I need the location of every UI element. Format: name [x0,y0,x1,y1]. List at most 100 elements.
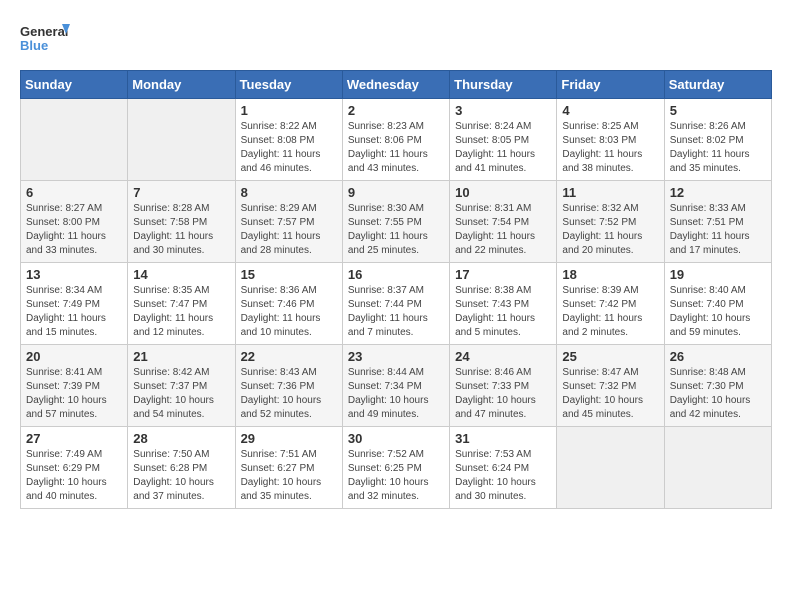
day-info: Sunrise: 8:30 AM Sunset: 7:55 PM Dayligh… [348,202,444,258]
day-info: Sunrise: 8:47 AM Sunset: 7:32 PM Dayligh… [562,366,658,422]
calendar-week-row: 27 Sunrise: 7:49 AM Sunset: 6:29 PM Dayli… [21,427,772,509]
calendar-cell: 28 Sunrise: 7:50 AM Sunset: 6:28 PM Dayli… [128,427,235,509]
calendar-body: 1 Sunrise: 8:22 AM Sunset: 8:08 PM Daylig… [21,99,772,509]
calendar-cell: 23Sunrise: 8:44 AM Sunset: 7:34 PM Dayli… [342,345,449,427]
svg-text:General: General [20,24,68,39]
calendar-table: SundayMondayTuesdayWednesdayThursdayFrid… [20,70,772,509]
calendar-cell: 30 Sunrise: 7:52 AM Sunset: 6:25 PM Dayli… [342,427,449,509]
page-header: General Blue [20,20,772,60]
calendar-cell: 27 Sunrise: 7:49 AM Sunset: 6:29 PM Dayli… [21,427,128,509]
day-number: 4 [562,103,658,118]
day-info: Sunrise: 8:32 AM Sunset: 7:52 PM Dayligh… [562,202,658,258]
day-number: 15 [241,267,337,282]
logo: General Blue [20,20,70,60]
calendar-cell [128,99,235,181]
day-info: Sunrise: 7:52 AM Sunset: 6:25 PM Dayligh… [348,448,444,504]
calendar-cell: 8Sunrise: 8:29 AM Sunset: 7:57 PM Daylig… [235,181,342,263]
day-info: Sunrise: 8:42 AM Sunset: 7:37 PM Dayligh… [133,366,229,422]
day-number: 7 [133,185,229,200]
day-number: 9 [348,185,444,200]
day-info: Sunrise: 8:41 AM Sunset: 7:39 PM Dayligh… [26,366,122,422]
calendar-cell: 25Sunrise: 8:47 AM Sunset: 7:32 PM Dayli… [557,345,664,427]
header-day-friday: Friday [557,71,664,99]
calendar-cell: 6 Sunrise: 8:27 AM Sunset: 8:00 PM Daylig… [21,181,128,263]
header-day-wednesday: Wednesday [342,71,449,99]
day-info: Sunrise: 8:29 AM Sunset: 7:57 PM Dayligh… [241,202,337,258]
day-number: 3 [455,103,551,118]
calendar-cell: 2Sunrise: 8:23 AM Sunset: 8:06 PM Daylig… [342,99,449,181]
calendar-cell: 26 Sunrise: 8:48 AM Sunset: 7:30 PM Dayli… [664,345,771,427]
calendar-week-row: 6 Sunrise: 8:27 AM Sunset: 8:00 PM Daylig… [21,181,772,263]
calendar-cell: 22 Sunrise: 8:43 AM Sunset: 7:36 PM Dayli… [235,345,342,427]
calendar-cell: 12 Sunrise: 8:33 AM Sunset: 7:51 PM Dayli… [664,181,771,263]
day-number: 1 [241,103,337,118]
day-info: Sunrise: 8:34 AM Sunset: 7:49 PM Dayligh… [26,284,122,340]
day-info: Sunrise: 8:31 AM Sunset: 7:54 PM Dayligh… [455,202,551,258]
calendar-cell [557,427,664,509]
day-number: 5 [670,103,766,118]
calendar-cell [664,427,771,509]
day-info: Sunrise: 8:33 AM Sunset: 7:51 PM Dayligh… [670,202,766,258]
calendar-cell: 3 Sunrise: 8:24 AM Sunset: 8:05 PM Daylig… [450,99,557,181]
day-info: Sunrise: 7:51 AM Sunset: 6:27 PM Dayligh… [241,448,337,504]
day-info: Sunrise: 7:49 AM Sunset: 6:29 PM Dayligh… [26,448,122,504]
calendar-cell: 4 Sunrise: 8:25 AM Sunset: 8:03 PM Daylig… [557,99,664,181]
day-number: 12 [670,185,766,200]
calendar-cell: 10 Sunrise: 8:31 AM Sunset: 7:54 PM Dayli… [450,181,557,263]
calendar-cell [21,99,128,181]
day-number: 31 [455,431,551,446]
calendar-cell: 1 Sunrise: 8:22 AM Sunset: 8:08 PM Daylig… [235,99,342,181]
calendar-week-row: 20Sunrise: 8:41 AM Sunset: 7:39 PM Dayli… [21,345,772,427]
calendar-cell: 31 Sunrise: 7:53 AM Sunset: 6:24 PM Dayli… [450,427,557,509]
day-info: Sunrise: 8:27 AM Sunset: 8:00 PM Dayligh… [26,202,122,258]
calendar-header-row: SundayMondayTuesdayWednesdayThursdayFrid… [21,71,772,99]
calendar-cell: 19Sunrise: 8:40 AM Sunset: 7:40 PM Dayli… [664,263,771,345]
day-info: Sunrise: 7:50 AM Sunset: 6:28 PM Dayligh… [133,448,229,504]
day-info: Sunrise: 8:39 AM Sunset: 7:42 PM Dayligh… [562,284,658,340]
svg-text:Blue: Blue [20,38,48,53]
day-info: Sunrise: 8:37 AM Sunset: 7:44 PM Dayligh… [348,284,444,340]
calendar-cell: 16 Sunrise: 8:37 AM Sunset: 7:44 PM Dayli… [342,263,449,345]
calendar-cell: 14Sunrise: 8:35 AM Sunset: 7:47 PM Dayli… [128,263,235,345]
day-number: 13 [26,267,122,282]
day-number: 19 [670,267,766,282]
day-info: Sunrise: 8:24 AM Sunset: 8:05 PM Dayligh… [455,120,551,176]
calendar-cell: 7 Sunrise: 8:28 AM Sunset: 7:58 PM Daylig… [128,181,235,263]
calendar-week-row: 13 Sunrise: 8:34 AM Sunset: 7:49 PM Dayli… [21,263,772,345]
day-info: Sunrise: 8:28 AM Sunset: 7:58 PM Dayligh… [133,202,229,258]
day-number: 30 [348,431,444,446]
calendar-cell: 15Sunrise: 8:36 AM Sunset: 7:46 PM Dayli… [235,263,342,345]
calendar-cell: 13 Sunrise: 8:34 AM Sunset: 7:49 PM Dayli… [21,263,128,345]
day-number: 22 [241,349,337,364]
calendar-week-row: 1 Sunrise: 8:22 AM Sunset: 8:08 PM Daylig… [21,99,772,181]
day-info: Sunrise: 8:23 AM Sunset: 8:06 PM Dayligh… [348,120,444,176]
day-number: 10 [455,185,551,200]
calendar-cell: 24Sunrise: 8:46 AM Sunset: 7:33 PM Dayli… [450,345,557,427]
day-number: 27 [26,431,122,446]
day-number: 16 [348,267,444,282]
header-day-monday: Monday [128,71,235,99]
header-day-saturday: Saturday [664,71,771,99]
day-info: Sunrise: 8:26 AM Sunset: 8:02 PM Dayligh… [670,120,766,176]
day-info: Sunrise: 7:53 AM Sunset: 6:24 PM Dayligh… [455,448,551,504]
calendar-cell: 5 Sunrise: 8:26 AM Sunset: 8:02 PM Daylig… [664,99,771,181]
calendar-cell: 17Sunrise: 8:38 AM Sunset: 7:43 PM Dayli… [450,263,557,345]
day-number: 14 [133,267,229,282]
day-number: 6 [26,185,122,200]
day-info: Sunrise: 8:46 AM Sunset: 7:33 PM Dayligh… [455,366,551,422]
header-day-tuesday: Tuesday [235,71,342,99]
day-info: Sunrise: 8:22 AM Sunset: 8:08 PM Dayligh… [241,120,337,176]
day-number: 28 [133,431,229,446]
day-info: Sunrise: 8:25 AM Sunset: 8:03 PM Dayligh… [562,120,658,176]
day-number: 26 [670,349,766,364]
calendar-cell: 29 Sunrise: 7:51 AM Sunset: 6:27 PM Dayli… [235,427,342,509]
day-number: 29 [241,431,337,446]
day-info: Sunrise: 8:38 AM Sunset: 7:43 PM Dayligh… [455,284,551,340]
day-info: Sunrise: 8:48 AM Sunset: 7:30 PM Dayligh… [670,366,766,422]
day-info: Sunrise: 8:43 AM Sunset: 7:36 PM Dayligh… [241,366,337,422]
header-day-sunday: Sunday [21,71,128,99]
header-day-thursday: Thursday [450,71,557,99]
day-number: 21 [133,349,229,364]
logo-svg: General Blue [20,20,70,60]
day-info: Sunrise: 8:44 AM Sunset: 7:34 PM Dayligh… [348,366,444,422]
